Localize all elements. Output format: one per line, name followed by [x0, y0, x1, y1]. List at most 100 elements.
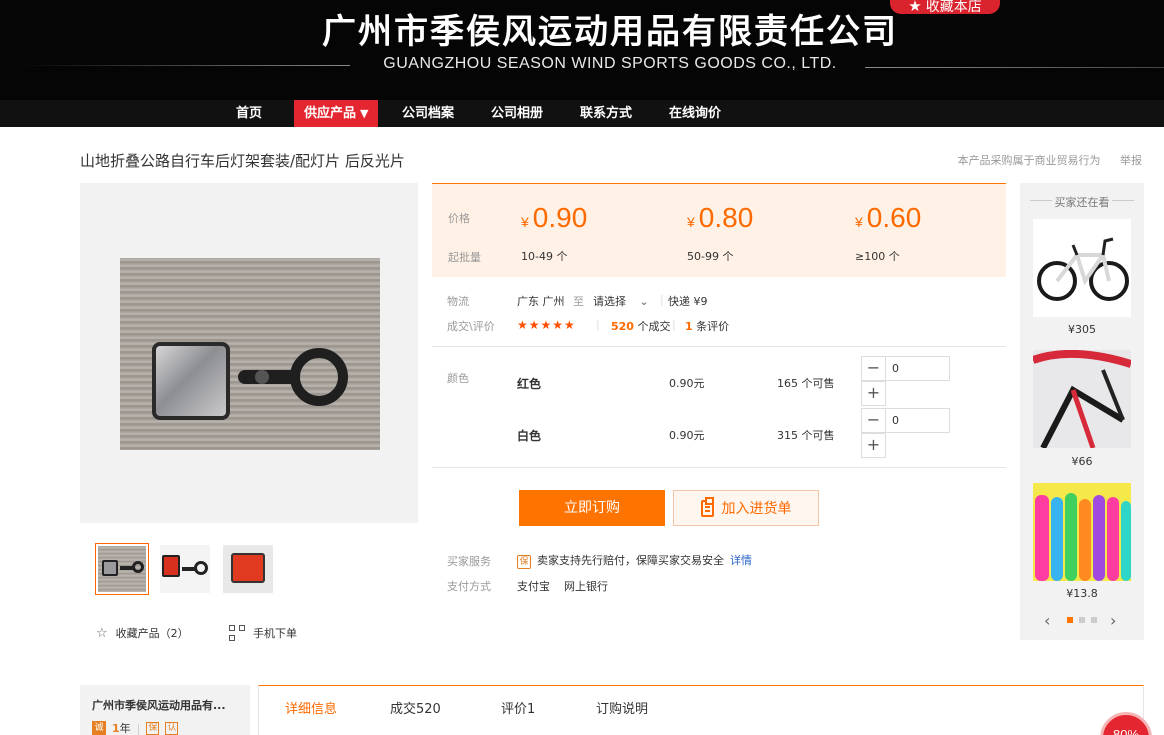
- nav-item-home[interactable]: 首页: [236, 100, 262, 127]
- review-suffix: 条评价: [696, 320, 730, 333]
- tab-order-notes[interactable]: 订购说明: [596, 698, 648, 717]
- also-viewed-title: 买家还在看: [1020, 194, 1144, 210]
- qty-decrease-button[interactable]: −: [861, 356, 886, 381]
- carousel-dot[interactable]: [1091, 617, 1097, 623]
- thumbnail-1[interactable]: [95, 543, 149, 595]
- carousel-dot[interactable]: [1079, 617, 1085, 623]
- reflector-shape: [152, 342, 230, 420]
- collect-product-button[interactable]: ☆ 收藏产品（2）: [96, 625, 189, 641]
- detail-tabs: 详细信息 成交520 评价1 订购说明: [258, 685, 1144, 735]
- guarantee-details-link[interactable]: 详情: [730, 554, 752, 567]
- certified-badge-icon: 认: [165, 721, 179, 735]
- guarantee-text: 卖家支持先行赔付，保障买家交易安全: [537, 554, 724, 567]
- nav-item-album[interactable]: 公司相册: [491, 100, 543, 127]
- carousel-dot-active[interactable]: [1067, 617, 1073, 623]
- store-banner: 广州市季侯风运动用品有限责任公司 GUANGZHOU SEASON WIND S…: [0, 0, 1164, 100]
- thumbnail-3[interactable]: [221, 543, 275, 595]
- guarantee-icon: 保: [517, 555, 531, 569]
- reviews-stat[interactable]: 1 条评价: [685, 318, 729, 334]
- shop-badges: 诚 1年 | 保 认: [92, 720, 179, 735]
- also-viewed-item-price: ¥66: [1071, 455, 1093, 468]
- report-link[interactable]: 举报: [1120, 154, 1142, 167]
- qty-increase-button[interactable]: +: [861, 433, 886, 458]
- shop-years-suffix: 年: [119, 722, 131, 735]
- guarantee-row: 保卖家支持先行赔付，保障买家交易安全 详情: [517, 552, 752, 569]
- currency-symbol: ¥: [855, 214, 863, 230]
- nav-item-profile[interactable]: 公司档案: [402, 100, 454, 127]
- also-viewed-item-image[interactable]: [1033, 350, 1131, 448]
- sku-price: 0.90元: [669, 377, 705, 390]
- also-viewed-item-image[interactable]: [1033, 219, 1131, 317]
- also-viewed-item-price: ¥13.8: [1066, 587, 1098, 600]
- separator: |: [660, 293, 664, 306]
- currency-symbol: ¥: [521, 214, 529, 230]
- tab-transactions[interactable]: 成交520: [390, 698, 441, 717]
- mobile-order-button[interactable]: 手机下单: [229, 625, 297, 641]
- favorite-store-button[interactable]: ★ 收藏本店: [890, 0, 1000, 15]
- price-tier-2: ¥0.80 50-99 个: [687, 202, 753, 264]
- star-icon: ★: [908, 0, 922, 15]
- tier-price: 0.90: [532, 202, 588, 233]
- sku-price: 0.90元: [669, 429, 705, 442]
- clipboard-icon: [700, 496, 714, 517]
- nav-item-products[interactable]: 供应产品 ▼: [294, 100, 379, 127]
- title-meta: 本产品采购属于商业贸易行为 举报: [942, 152, 1143, 168]
- product-title: 山地折叠公路自行车后灯架套装/配灯片 后反光片: [80, 152, 405, 170]
- add-to-purchase-list-button[interactable]: 加入进货单: [673, 490, 819, 526]
- collect-product-label: 收藏产品（2）: [115, 627, 189, 640]
- deals-stat[interactable]: 520 个成交: [611, 318, 670, 334]
- price-label: 价格: [448, 212, 470, 225]
- price-tier-1: ¥0.90 10-49 个: [521, 202, 587, 264]
- guarantee-badge-icon: 保: [146, 721, 160, 735]
- nav-item-products-label: 供应产品: [304, 106, 357, 121]
- nav-item-inquiry[interactable]: 在线询价: [669, 100, 721, 127]
- logistics-label: 物流: [447, 295, 469, 308]
- separator: |: [596, 318, 600, 331]
- payment-methods: 支付宝 网上银行: [517, 580, 608, 593]
- also-viewed-item-price: ¥305: [1068, 323, 1096, 336]
- shop-name[interactable]: 广州市季侯风运动用品有...: [92, 697, 226, 713]
- mobile-order-label: 手机下单: [253, 627, 297, 640]
- trade-note: 本产品采购属于商业贸易行为: [957, 154, 1101, 167]
- store-nav: 首页 供应产品 ▼ 公司档案 公司相册 联系方式 在线询价: [0, 100, 1164, 127]
- bracket-clamp-shape: [290, 348, 348, 406]
- qty-decrease-button[interactable]: −: [861, 408, 886, 433]
- deals-suffix: 个成交: [637, 320, 671, 333]
- company-name-en: GUANGZHOU SEASON WIND SPORTS GOODS CO., …: [383, 55, 837, 72]
- nav-item-contact[interactable]: 联系方式: [580, 100, 632, 127]
- destination-select[interactable]: 请选择 ⌄: [593, 293, 649, 309]
- chevron-down-icon: ⌄: [639, 295, 649, 308]
- carousel-next-icon[interactable]: ›: [1110, 611, 1116, 630]
- sku-name: 白色: [517, 429, 542, 443]
- also-viewed-item-image[interactable]: [1033, 483, 1131, 581]
- qty-increase-button[interactable]: +: [861, 381, 886, 406]
- price-tier-3: ¥0.60 ≥100 个: [855, 202, 921, 264]
- qty-input[interactable]: 0: [885, 408, 950, 433]
- thumbnail-2[interactable]: [158, 543, 212, 595]
- deals-count: 520: [611, 320, 634, 333]
- qr-code-icon: [229, 625, 245, 641]
- buy-now-button[interactable]: 立即订购: [519, 490, 665, 526]
- divider: [432, 346, 1006, 347]
- also-viewed-panel: 买家还在看 ¥305 ¥66 ¥13.8 ‹ ›: [1020, 183, 1144, 640]
- currency-symbol: ¥: [687, 214, 695, 230]
- separator: |: [672, 318, 676, 331]
- moq-label: 起批量: [448, 251, 481, 264]
- tab-reviews[interactable]: 评价1: [501, 698, 535, 717]
- bracket-bolt-shape: [255, 370, 269, 384]
- main-image-frame[interactable]: [80, 183, 418, 523]
- sku-name: 红色: [517, 377, 542, 391]
- ship-to-label: 至: [573, 295, 584, 308]
- tier-price: 0.60: [866, 202, 922, 233]
- tier-price: 0.80: [698, 202, 754, 233]
- qty-input[interactable]: 0: [885, 356, 950, 381]
- shop-years: 1: [112, 722, 120, 735]
- payment-label: 支付方式: [447, 580, 491, 593]
- buyer-service-label: 买家服务: [447, 555, 491, 568]
- sku-available: 165 个可售: [777, 377, 835, 390]
- shipping-fee: 快递 ¥9: [668, 295, 708, 308]
- color-label: 颜色: [447, 372, 469, 385]
- tab-details[interactable]: 详细信息: [285, 698, 337, 717]
- carousel-prev-icon[interactable]: ‹: [1044, 611, 1050, 630]
- sku-available: 315 个可售: [777, 429, 835, 442]
